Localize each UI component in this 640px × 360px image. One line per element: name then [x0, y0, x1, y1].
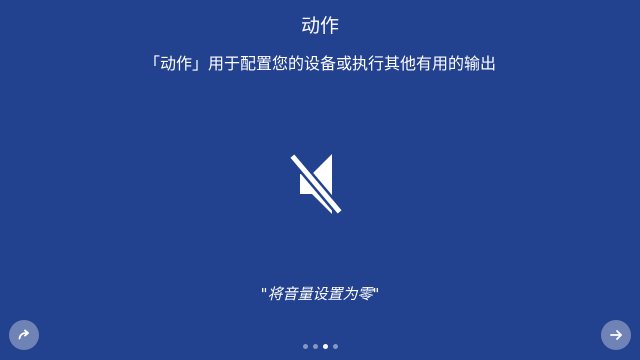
next-button[interactable]	[601, 320, 631, 350]
page-title: 动作	[300, 15, 339, 37]
page-dot-active[interactable]	[322, 344, 328, 349]
onboarding-screen: 动作 「动作」用于配置您的设备或执行其他有用的输出 "将音量设置为零"	[0, 0, 640, 360]
example-action-quote: "将音量设置为零"	[260, 285, 380, 303]
page-indicator	[0, 344, 640, 349]
page-dot[interactable]	[312, 344, 318, 349]
arrow-right-icon	[609, 328, 623, 342]
page-dot[interactable]	[302, 344, 308, 349]
page-subtitle: 「动作」用于配置您的设备或执行其他有用的输出	[143, 54, 496, 73]
page-dot[interactable]	[332, 344, 338, 349]
volume-off-icon	[288, 148, 352, 220]
redo-arrow-icon	[17, 328, 31, 342]
